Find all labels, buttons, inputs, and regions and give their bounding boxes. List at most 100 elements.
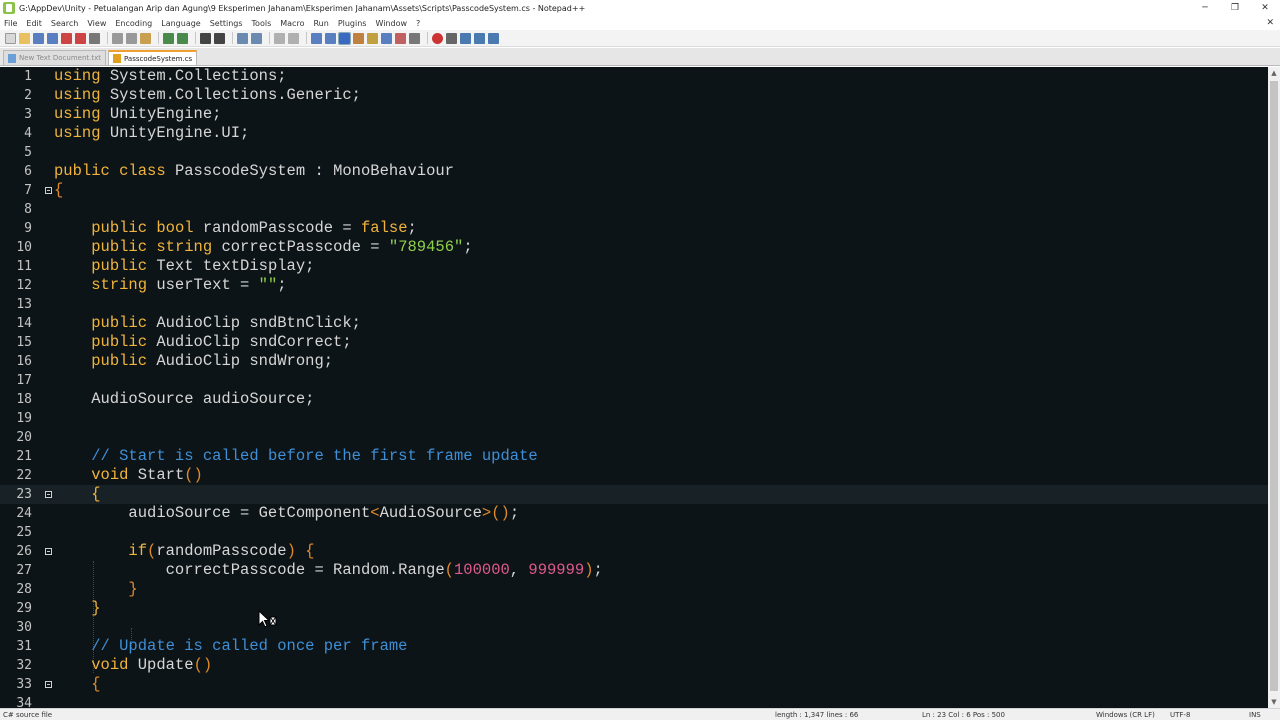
tab-active-document[interactable]: PasscodeSystem.cs (108, 50, 198, 65)
playback-macro-icon[interactable] (460, 32, 471, 44)
menu-run[interactable]: Run (313, 19, 328, 28)
find-icon[interactable] (200, 32, 211, 44)
menu-file[interactable]: File (4, 19, 17, 28)
word-wrap-icon[interactable] (311, 32, 322, 44)
tab-document[interactable]: New Text Document.txt (3, 50, 106, 65)
code-line[interactable]: 2 using System.Collections.Generic; (0, 86, 1268, 105)
code-line[interactable]: 32 void Update() (0, 656, 1268, 675)
code-line[interactable]: 15 public AudioClip sndCorrect; (0, 333, 1268, 352)
eol-format-label[interactable]: Windows (CR LF) (1096, 711, 1155, 719)
scrollbar-thumb[interactable] (1270, 81, 1278, 691)
menu-encoding[interactable]: Encoding (115, 19, 152, 28)
line-number: 32 (16, 658, 32, 673)
menu-search[interactable]: Search (51, 19, 78, 28)
save-all-icon[interactable] (47, 32, 58, 44)
monitoring-icon[interactable] (409, 32, 420, 44)
code-line[interactable]: 31 // Update is called once per frame (0, 637, 1268, 656)
code-line[interactable]: 26 if(randomPasscode) { (0, 542, 1268, 561)
zoom-out-icon[interactable] (251, 32, 262, 44)
fold-toggle-icon[interactable] (45, 548, 52, 555)
udl-icon[interactable] (353, 32, 364, 44)
menu-help[interactable]: ? (416, 19, 420, 28)
code-line[interactable]: 13 (0, 295, 1268, 314)
code-line[interactable]: 24 audioSource = GetComponent<AudioSourc… (0, 504, 1268, 523)
code-line[interactable]: 22 void Start() (0, 466, 1268, 485)
new-file-icon[interactable] (5, 32, 16, 44)
show-all-characters-icon[interactable] (325, 32, 336, 44)
code-line[interactable]: 20 (0, 428, 1268, 447)
code-line[interactable]: 10 public string correctPasscode = "7894… (0, 238, 1268, 257)
stop-recording-icon[interactable] (446, 32, 457, 44)
fold-toggle-icon[interactable] (45, 491, 52, 498)
code-line[interactable]: 17 (0, 371, 1268, 390)
menu-settings[interactable]: Settings (210, 19, 243, 28)
record-macro-icon[interactable] (432, 32, 443, 44)
code-line[interactable]: 11 public Text textDisplay; (0, 257, 1268, 276)
code-line[interactable]: 23 { (0, 485, 1268, 504)
cut-icon[interactable] (112, 32, 123, 44)
maximize-button[interactable]: ❐ (1220, 0, 1250, 16)
undo-icon[interactable] (163, 32, 174, 44)
scroll-down-icon[interactable]: ▼ (1268, 696, 1280, 708)
print-icon[interactable] (89, 32, 100, 44)
document-map-icon[interactable] (367, 32, 378, 44)
close-document-icon[interactable]: ✕ (1266, 16, 1274, 30)
menu-view[interactable]: View (87, 19, 106, 28)
code-line[interactable]: 9 public bool randomPasscode = false; (0, 219, 1268, 238)
scroll-up-icon[interactable]: ▲ (1268, 67, 1280, 79)
vertical-scrollbar[interactable]: ▲ ▼ (1268, 67, 1280, 708)
close-file-icon[interactable] (61, 32, 72, 44)
code-line[interactable]: 34 (0, 694, 1268, 708)
code-line[interactable]: 16 public AudioClip sndWrong; (0, 352, 1268, 371)
indent-guide-icon[interactable] (338, 31, 351, 45)
replace-icon[interactable] (214, 32, 225, 44)
code-line[interactable]: 25 (0, 523, 1268, 542)
zoom-in-icon[interactable] (237, 32, 248, 44)
code-line[interactable]: 3 using UnityEngine; (0, 105, 1268, 124)
menu-tools[interactable]: Tools (252, 19, 272, 28)
run-macro-multiple-icon[interactable] (474, 32, 485, 44)
code-line[interactable]: 21 // Start is called before the first f… (0, 447, 1268, 466)
code-line[interactable]: 7{ (0, 181, 1268, 200)
open-file-icon[interactable] (19, 32, 30, 44)
menu-window[interactable]: Window (375, 19, 407, 28)
menu-macro[interactable]: Macro (280, 19, 304, 28)
code-line[interactable]: 6 public class PasscodeSystem : MonoBehav… (0, 162, 1268, 181)
close-button[interactable]: ✕ (1250, 0, 1280, 16)
code-line[interactable]: 28 } (0, 580, 1268, 599)
line-number: 29 (16, 601, 32, 616)
code-line[interactable]: 27 correctPasscode = Random.Range(100000… (0, 561, 1268, 580)
menu-edit[interactable]: Edit (26, 19, 42, 28)
code-line[interactable]: 33 { (0, 675, 1268, 694)
code-line[interactable]: 30 (0, 618, 1268, 637)
menu-language[interactable]: Language (161, 19, 200, 28)
minimize-button[interactable]: ─ (1190, 0, 1220, 16)
code-line[interactable]: 14 public AudioClip sndBtnClick; (0, 314, 1268, 333)
function-list-icon[interactable] (381, 32, 392, 44)
sync-horizontal-icon[interactable] (288, 32, 299, 44)
code-line[interactable]: 12 string userText = ""; (0, 276, 1268, 295)
paste-icon[interactable] (140, 32, 151, 44)
folder-as-workspace-icon[interactable] (395, 32, 406, 44)
code-line[interactable]: 5 (0, 143, 1268, 162)
code-editor[interactable]: 1 using System.Collections; 2 using System.… (0, 67, 1268, 708)
insert-mode-label[interactable]: INS (1249, 711, 1261, 719)
code-line[interactable]: 8 (0, 200, 1268, 219)
save-icon[interactable] (33, 32, 44, 44)
code-line[interactable]: 29 } (0, 599, 1268, 618)
close-all-icon[interactable] (75, 32, 86, 44)
encoding-label[interactable]: UTF-8 (1170, 711, 1190, 719)
copy-icon[interactable] (126, 32, 137, 44)
sync-vertical-icon[interactable] (274, 32, 285, 44)
code-line[interactable]: 4 using UnityEngine.UI; (0, 124, 1268, 143)
code-line[interactable]: 1 using System.Collections; (0, 67, 1268, 86)
code-text: correctPasscode = Random.Range(100000, 9… (54, 561, 603, 579)
save-macro-icon[interactable] (488, 32, 499, 44)
menu-plugins[interactable]: Plugins (338, 19, 367, 28)
fold-toggle-icon[interactable] (45, 681, 52, 688)
fold-toggle-icon[interactable] (45, 187, 52, 194)
code-line[interactable]: 19 (0, 409, 1268, 428)
window-title: G:\AppDev\Unity - Petualangan Arip dan A… (19, 3, 586, 13)
redo-icon[interactable] (177, 32, 188, 44)
code-line[interactable]: 18 AudioSource audioSource; (0, 390, 1268, 409)
